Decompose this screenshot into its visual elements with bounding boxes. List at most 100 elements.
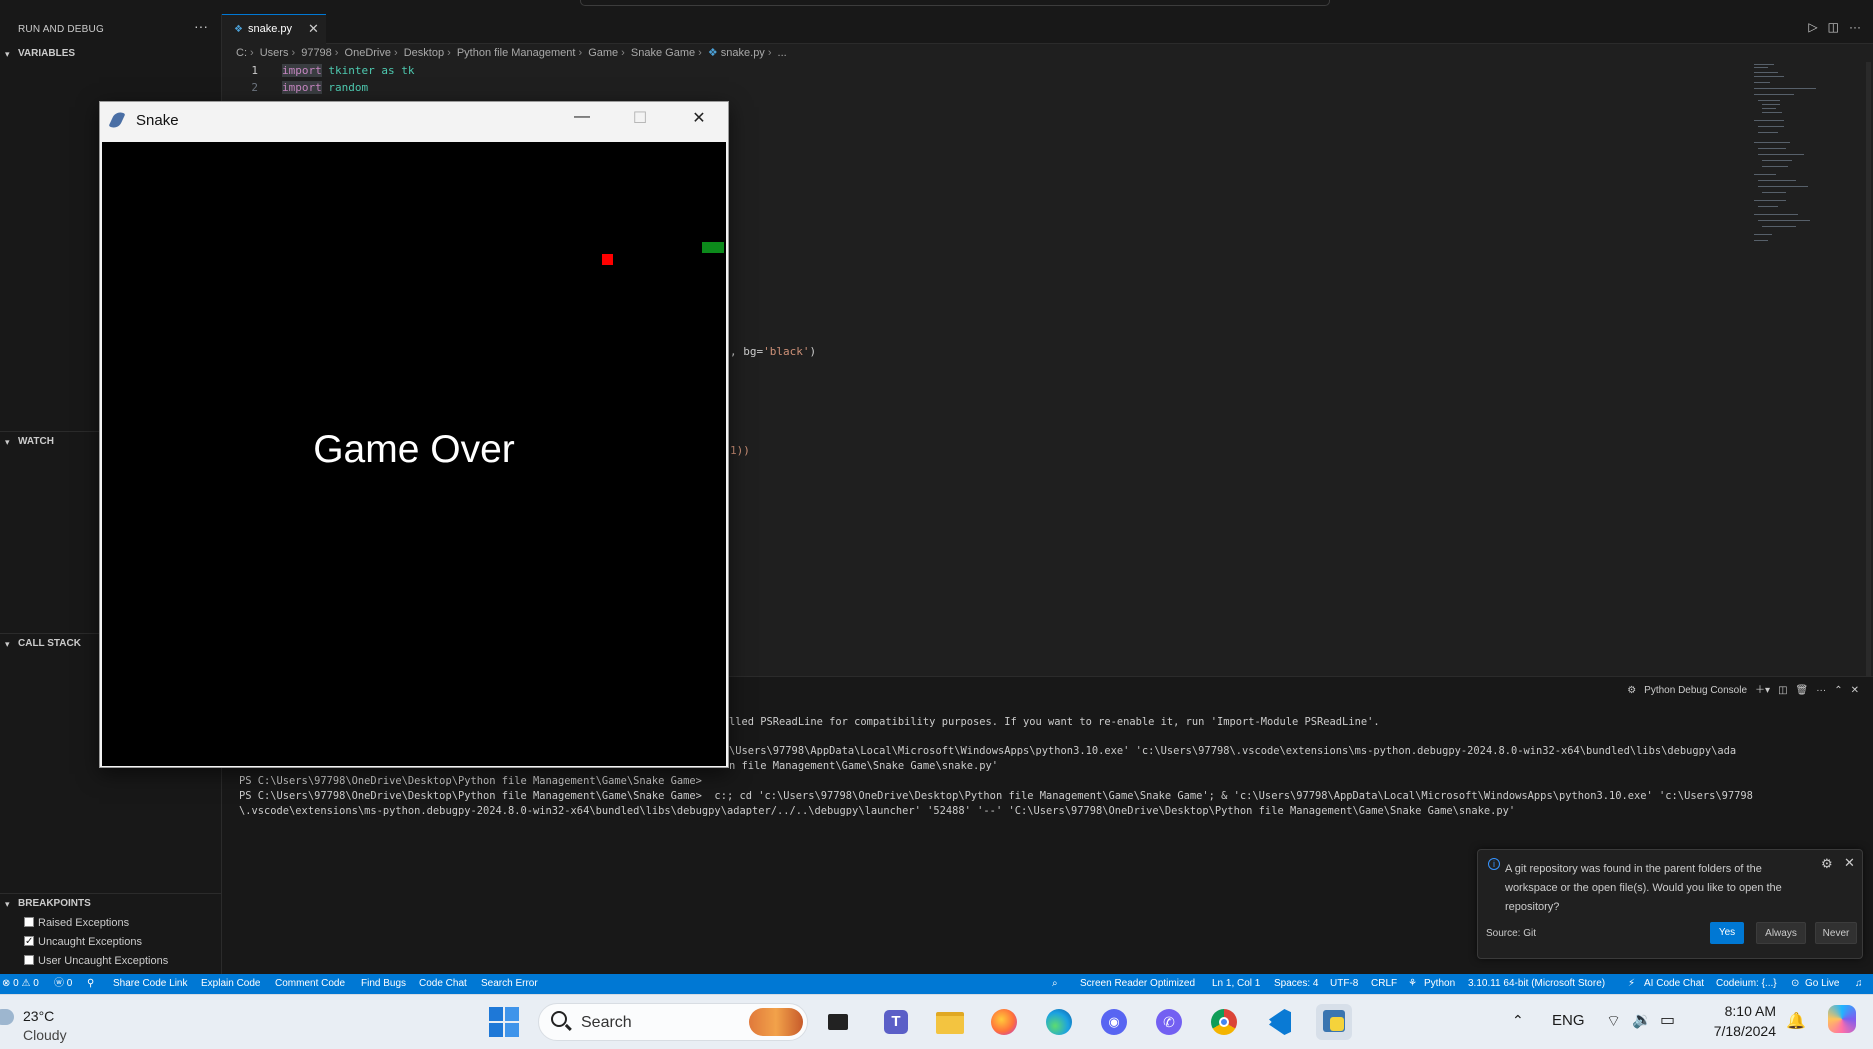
git-notification: i A git repository was found in the pare… <box>1477 849 1863 959</box>
trash-icon[interactable]: 🗑 <box>1796 685 1809 696</box>
viber-icon[interactable]: ✆ <box>1151 1004 1187 1040</box>
cursor-position[interactable]: Ln 1, Col 1 <box>1212 974 1260 994</box>
ports-indicator[interactable]: ⓦ 0 <box>54 974 72 994</box>
code-line: import tkinter as tk <box>282 64 415 77</box>
chevron-down-icon: ▾ <box>5 437 10 447</box>
input-language[interactable]: ENG <box>1552 1012 1585 1049</box>
search-error[interactable]: Search Error <box>481 974 538 994</box>
close-icon[interactable]: ✕ <box>1844 855 1855 871</box>
checkbox[interactable] <box>24 955 34 965</box>
editor-actions: ▷ ◫ ··· <box>1798 20 1861 34</box>
gear-icon[interactable]: ⚙ <box>1821 856 1833 872</box>
breadcrumb-item[interactable]: Game <box>588 47 618 59</box>
window-title-bar[interactable]: Snake — ☐ ✕ <box>100 102 728 141</box>
task-view-icon[interactable] <box>820 1004 856 1040</box>
problems-indicator[interactable]: ⊗ 0 ⚠ 0 <box>2 974 39 994</box>
notifications-icon[interactable]: ♫ <box>1855 974 1863 994</box>
teams-icon[interactable]: T <box>878 1004 914 1040</box>
vscode-icon[interactable] <box>1261 1004 1297 1040</box>
breadcrumb-item[interactable]: C: <box>236 47 247 59</box>
start-button[interactable] <box>486 1004 522 1040</box>
minimap[interactable] <box>1750 62 1820 282</box>
split-panel-icon[interactable]: ◫ <box>1778 685 1787 696</box>
line-number: 2 <box>251 81 258 94</box>
section-variables[interactable]: ▾ VARIABLES <box>0 44 222 64</box>
zoom-icon[interactable]: ⌕ <box>1052 974 1058 994</box>
discord-icon[interactable]: ◉ <box>1096 1004 1132 1040</box>
chrome-icon[interactable] <box>1206 1004 1242 1040</box>
editor-scrollbar[interactable] <box>1866 62 1871 682</box>
code-fragment: , bg='black') <box>730 345 817 358</box>
tab-snake-py[interactable]: ❖ snake.py ✕ <box>222 14 326 44</box>
code-chat[interactable]: Code Chat <box>419 974 467 994</box>
notification-message: A git repository was found in the parent… <box>1505 863 1782 913</box>
terminal-line: \Users\97798\AppData\Local\Microsoft\Win… <box>729 745 1737 757</box>
minimize-icon[interactable]: — <box>559 108 605 126</box>
close-icon[interactable]: ✕ <box>676 108 722 128</box>
comment-code[interactable]: Comment Code <box>275 974 345 994</box>
panel-actions: ⚙ Python Debug Console ＋▾ ◫ 🗑 ··· ⌃ ✕ <box>1619 681 1859 696</box>
close-panel-icon[interactable]: ✕ <box>1851 685 1859 696</box>
title-bar <box>0 0 1873 14</box>
breadcrumb-item[interactable]: snake.py <box>721 47 765 59</box>
indentation[interactable]: Spaces: 4 <box>1274 974 1318 994</box>
screen-reader-mode[interactable]: Screen Reader Optimized <box>1080 974 1195 994</box>
breadcrumb: C: › Users › 97798 › OneDrive › Desktop › Pyt… <box>236 47 787 59</box>
file-explorer-icon[interactable] <box>932 1004 968 1040</box>
screen: RUN AND DEBUG ··· ▾ VARIABLES ▾ WATCH ▾ … <box>0 0 1873 1049</box>
checkbox-checked[interactable] <box>24 934 34 950</box>
breakpoint-user-uncaught-exceptions[interactable]: User Uncaught Exceptions <box>24 953 168 969</box>
always-button[interactable]: Always <box>1756 922 1806 944</box>
run-icon[interactable]: ▷ <box>1808 20 1817 34</box>
go-live[interactable]: Go Live <box>1805 974 1839 994</box>
copilot-icon[interactable] <box>1828 1005 1856 1049</box>
breadcrumb-item[interactable]: Users <box>260 47 289 59</box>
bell-icon[interactable]: 🔔 <box>1786 1011 1806 1049</box>
debug-icon[interactable]: ⚲ <box>87 974 94 994</box>
temperature: 23°C <box>23 1008 55 1024</box>
breakpoint-raised-exceptions[interactable]: Raised Exceptions <box>24 915 129 931</box>
game-canvas[interactable]: Game Over <box>102 142 726 766</box>
command-center[interactable] <box>580 0 1330 6</box>
breadcrumb-item[interactable]: 97798 <box>301 47 332 59</box>
share-code-link[interactable]: Share Code Link <box>113 974 188 994</box>
explain-code[interactable]: Explain Code <box>201 974 260 994</box>
encoding[interactable]: UTF-8 <box>1330 974 1358 994</box>
section-breakpoints[interactable]: ▾ BREAKPOINTS <box>0 894 222 914</box>
add-terminal-icon[interactable]: ＋▾ <box>1755 685 1770 696</box>
more-actions-icon[interactable]: ··· <box>194 18 208 34</box>
never-button[interactable]: Never <box>1815 922 1857 944</box>
wifi-icon[interactable]: ⌔ <box>1606 1011 1621 1049</box>
more-actions-icon[interactable]: ··· <box>1816 685 1826 696</box>
console-selector[interactable]: Python Debug Console <box>1644 685 1747 696</box>
breakpoint-uncaught-exceptions[interactable]: Uncaught Exceptions <box>24 934 142 950</box>
show-hidden-icons[interactable]: ⌃ <box>1512 1012 1524 1049</box>
breadcrumb-item[interactable]: Python file Management <box>457 47 576 59</box>
checkbox[interactable] <box>24 917 34 927</box>
ai-code-chat[interactable]: AI Code Chat <box>1644 974 1704 994</box>
more-actions-icon[interactable]: ··· <box>1849 20 1861 34</box>
find-bugs[interactable]: Find Bugs <box>361 974 406 994</box>
clock[interactable]: 8:10 AM 7/18/2024 <box>1700 1001 1776 1041</box>
end-of-line[interactable]: CRLF <box>1371 974 1397 994</box>
codeium-status[interactable]: Codeium: {...} <box>1716 974 1777 994</box>
close-tab-icon[interactable]: ✕ <box>308 15 319 43</box>
maximize-icon[interactable]: ☐ <box>617 108 663 128</box>
breadcrumb-item[interactable]: ... <box>778 47 787 59</box>
breadcrumb-item[interactable]: Snake Game <box>631 47 695 59</box>
taskbar-search[interactable]: Search <box>538 1003 808 1041</box>
python-app-icon[interactable] <box>1316 1004 1352 1040</box>
python-interpreter[interactable]: 3.10.11 64-bit (Microsoft Store) <box>1468 974 1605 994</box>
language-mode[interactable]: Python <box>1424 974 1455 994</box>
volume-icon[interactable]: 🔉 <box>1632 1010 1652 1049</box>
breadcrumb-item[interactable]: OneDrive <box>345 47 391 59</box>
firefox-icon[interactable] <box>986 1004 1022 1040</box>
sidebar-title: RUN AND DEBUG <box>18 24 104 35</box>
yes-button[interactable]: Yes <box>1710 922 1744 944</box>
battery-icon[interactable]: ▭ <box>1660 1010 1675 1049</box>
split-editor-icon[interactable]: ◫ <box>1828 20 1839 34</box>
maximize-panel-icon[interactable]: ⌃ <box>1834 685 1842 696</box>
edge-icon[interactable] <box>1041 1004 1077 1040</box>
breadcrumb-item[interactable]: Desktop <box>404 47 444 59</box>
windows-taskbar: 23°C Cloudy Search T ◉ ✆ ⌃ ENG ⌔ 🔉 ▭ 8:1… <box>0 994 1873 1049</box>
